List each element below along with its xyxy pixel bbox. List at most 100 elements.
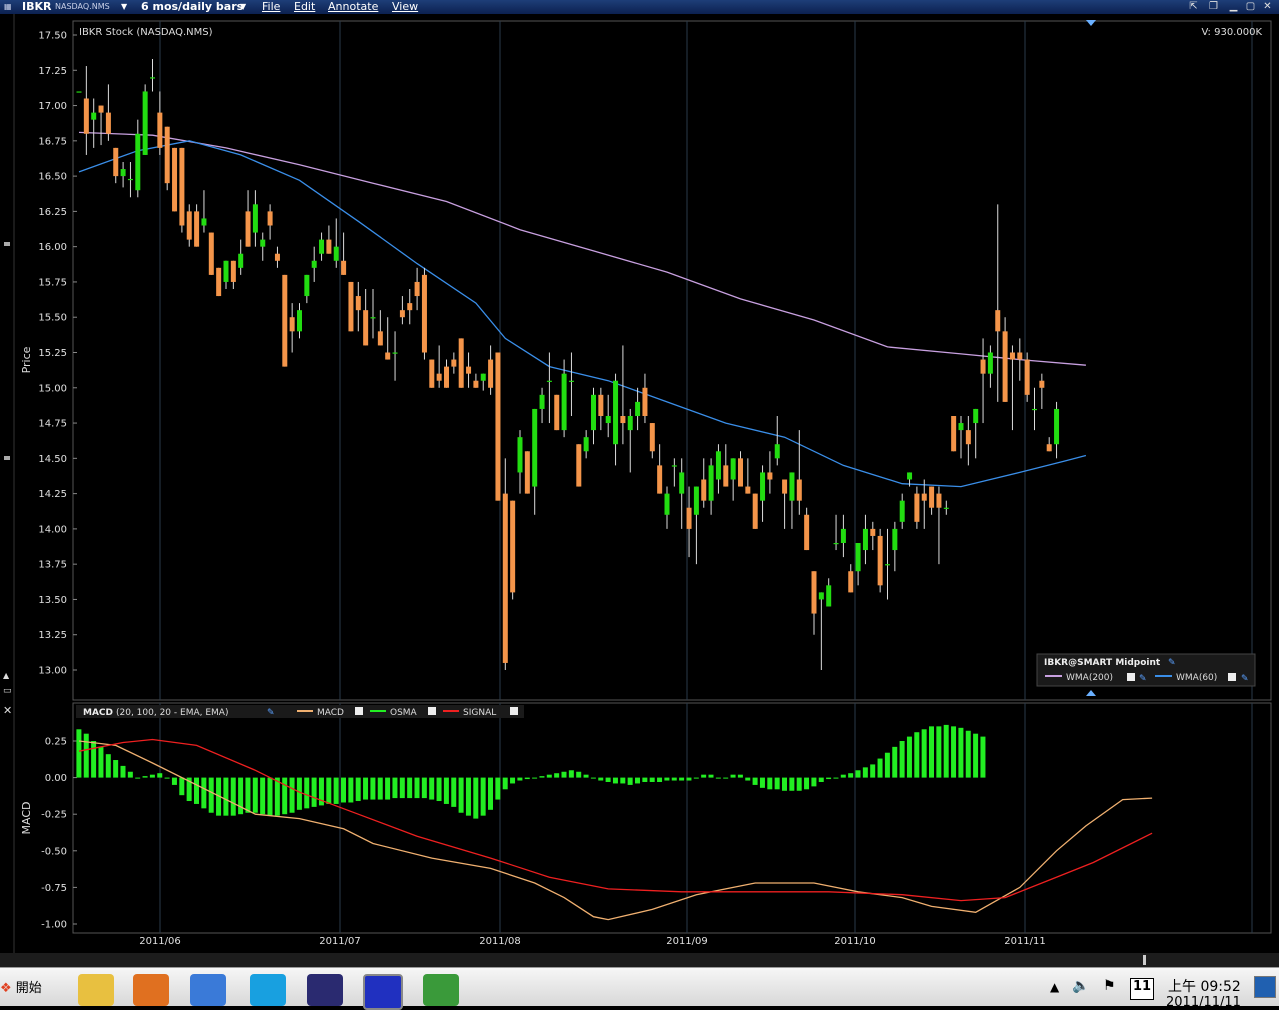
flag-icon[interactable]: ⚑: [1103, 978, 1116, 994]
wand-icon[interactable]: ✎: [1168, 658, 1176, 668]
exchange-dropdown-icon[interactable]: ▼: [121, 0, 127, 14]
time-navigator[interactable]: [0, 953, 1279, 967]
macd-axis-label: MACD: [20, 802, 33, 835]
period-dropdown-icon[interactable]: ▼: [240, 0, 246, 14]
os-taskbar: ❖ 開始 ▲ 🔈 ⚑ 11 上午 09:52 2011/11/11: [0, 967, 1279, 1010]
osma-bar: [840, 774, 846, 778]
price-tick-label: 16.50: [38, 172, 67, 183]
indicator-legend[interactable]: IBKR@SMART Midpoint ✎ WMA(200) ✎ WMA(60)…: [1036, 653, 1256, 687]
osma-bar: [789, 777, 795, 791]
tray-expand-icon[interactable]: ▲: [1050, 980, 1059, 994]
maximize-icon[interactable]: ▢: [1244, 1, 1257, 13]
price-tick-label: 13.00: [38, 666, 67, 677]
osma-bar: [451, 777, 457, 807]
window-grid-icon[interactable]: ▦: [4, 0, 12, 14]
skype-taskbar-icon[interactable]: [250, 974, 286, 1006]
period-selector[interactable]: 6 mos/daily bars: [141, 0, 243, 14]
ie-taskbar-icon[interactable]: [190, 974, 226, 1006]
osma-bar: [818, 777, 824, 782]
price-tick-label: 15.75: [38, 277, 67, 288]
menu-edit[interactable]: Edit: [294, 0, 315, 14]
candle: [208, 232, 214, 275]
legend-signal[interactable]: SIGNAL: [463, 708, 496, 718]
candle: [576, 444, 582, 487]
osma-bar: [421, 777, 427, 799]
osma-bar: [524, 777, 530, 780]
clock-date[interactable]: 2011/11/11: [1166, 995, 1241, 1010]
candle: [348, 281, 354, 332]
panel-close-icon[interactable]: ✕: [3, 704, 12, 717]
osma-bar: [120, 765, 126, 778]
signal-checkbox[interactable]: [510, 707, 518, 715]
osma-bar: [458, 777, 464, 813]
osma-bar: [642, 777, 648, 782]
wma60-checkbox[interactable]: [1228, 673, 1236, 681]
candle: [510, 500, 516, 600]
osma-bar: [649, 777, 655, 782]
macd-tick-label: 0.25: [45, 737, 67, 748]
collapse-up-icon[interactable]: ▲: [3, 671, 10, 680]
macd-tick-label: -1.00: [41, 920, 67, 931]
osma-bar: [568, 770, 574, 778]
candle: [172, 147, 178, 212]
candle: [524, 451, 530, 494]
price-tick-label: 14.50: [38, 454, 67, 465]
osma-bar: [701, 774, 707, 778]
osma-bar: [576, 771, 582, 778]
show-desktop-button[interactable]: [1254, 976, 1276, 998]
osma-bar: [782, 777, 787, 791]
osma-bar: [737, 774, 743, 778]
chrome-taskbar-icon[interactable]: [423, 974, 459, 1006]
navigator-handle[interactable]: [1143, 955, 1146, 965]
price-tick-label: 15.50: [38, 313, 67, 324]
osma-bar: [532, 777, 538, 779]
minimize-icon[interactable]: ▁: [1227, 1, 1240, 13]
start-button[interactable]: ❖ 開始: [0, 974, 60, 1004]
close-icon[interactable]: ✕: [1261, 1, 1274, 13]
legend-osma[interactable]: OSMA: [390, 708, 418, 718]
legend-wma200[interactable]: WMA(200): [1066, 673, 1113, 683]
calendar-day-icon[interactable]: 11: [1130, 978, 1154, 1000]
legend-macd[interactable]: MACD: [317, 708, 344, 718]
legend-wma60[interactable]: WMA(60): [1176, 673, 1217, 683]
osma-bar: [333, 777, 339, 804]
osma-bar: [142, 776, 148, 778]
candle: [179, 147, 185, 233]
osma-bar: [554, 773, 560, 778]
macd-checkbox[interactable]: [355, 707, 363, 715]
wma200-checkbox[interactable]: [1127, 673, 1135, 681]
left-grip-mid[interactable]: [4, 456, 10, 460]
macd-params: (20, 100, 20 - EMA, EMA): [116, 708, 228, 718]
clock-time[interactable]: 上午 09:52: [1168, 976, 1241, 996]
app-moon-taskbar-icon[interactable]: [307, 974, 343, 1006]
media-player-taskbar-icon[interactable]: [133, 974, 169, 1006]
explorer-taskbar-icon[interactable]: [78, 974, 114, 1006]
osma-bar: [399, 777, 405, 799]
osma-checkbox[interactable]: [428, 707, 436, 715]
macd-legend[interactable]: MACD (20, 100, 20 - EMA, EMA) ✎ MACD OSM…: [76, 705, 524, 718]
menu-view[interactable]: View: [392, 0, 418, 14]
menu-file[interactable]: File: [262, 0, 280, 14]
volume-icon[interactable]: 🔈: [1072, 978, 1089, 994]
osma-bar: [921, 729, 927, 778]
osma-bar: [113, 760, 119, 778]
price-tick-label: 14.75: [38, 419, 67, 430]
left-grip-top[interactable]: [4, 242, 10, 246]
macd-title: MACD: [83, 708, 113, 718]
osma-bar: [561, 771, 567, 778]
price-axis-label: Price: [20, 346, 33, 373]
candle: [76, 91, 82, 93]
chart-canvas[interactable]: 17.50 17.25 17.00 16.75 16.50 16.25 16.00 15.75…: [0, 14, 1279, 967]
osma-bar: [311, 777, 317, 807]
macd-settings-icon[interactable]: ✎: [267, 708, 275, 718]
wma200-settings-icon[interactable]: ✎: [1139, 674, 1147, 684]
wma60-settings-icon[interactable]: ✎: [1241, 674, 1249, 684]
osma-bar: [495, 777, 501, 800]
menu-annotate[interactable]: Annotate: [328, 0, 378, 14]
window-titlebar: ▦ IBKR NASDAQ.NMS ▼ 6 mos/daily bars ▼ F…: [0, 0, 1279, 14]
collapse-icon[interactable]: ▭: [3, 686, 12, 696]
symbol-label[interactable]: IBKR: [22, 0, 51, 14]
detach-icon[interactable]: ⇱: [1187, 1, 1200, 13]
restore-icon[interactable]: ❐: [1207, 1, 1220, 13]
osma-bar: [502, 777, 508, 790]
